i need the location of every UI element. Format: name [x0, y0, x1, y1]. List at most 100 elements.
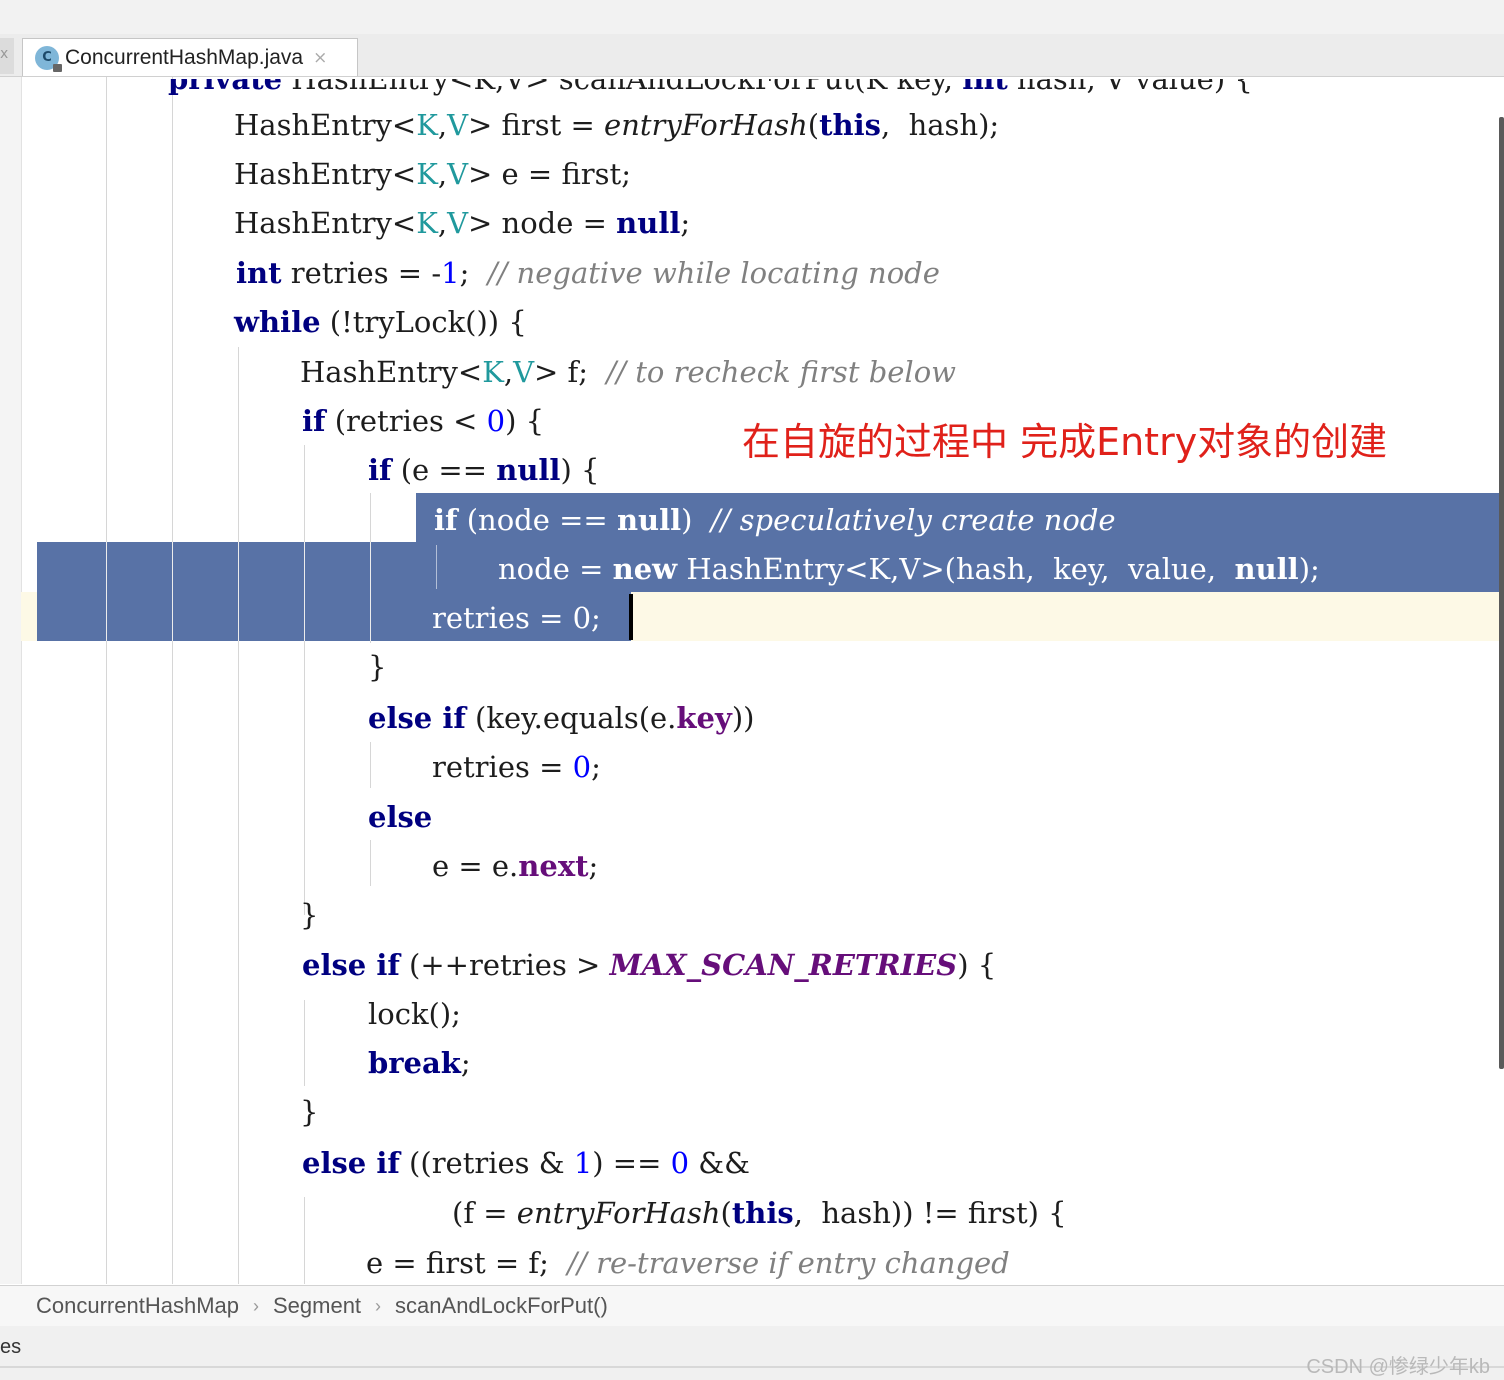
tab-concurrenthashmap-java[interactable]: C ConcurrentHashMap.java ×	[22, 38, 358, 76]
keyword: new	[612, 552, 678, 586]
keyword: if	[302, 404, 326, 438]
keyword: else if	[302, 1146, 400, 1180]
code-text: }	[368, 650, 387, 684]
code-text: hash, V value) {	[1007, 77, 1253, 96]
keyword: int	[962, 77, 1008, 96]
window-top-bar	[0, 0, 1504, 35]
code-text: (retries <	[325, 404, 487, 438]
keyword: while	[234, 305, 321, 339]
code-line: }	[0, 1088, 1504, 1137]
method-call: entryForHash	[604, 108, 808, 142]
code-text: , hash)) != first) {	[793, 1196, 1067, 1230]
keyword: int	[236, 256, 282, 290]
method-call: entryForHash	[516, 1196, 721, 1230]
code-line: break;	[0, 1039, 1504, 1088]
code-text: ,	[503, 355, 514, 389]
constant: MAX_SCAN_RETRIES	[609, 948, 958, 982]
code-text: ) {	[560, 453, 600, 487]
code-text: HashEntry<	[234, 157, 417, 191]
number-literal: 1	[573, 1146, 593, 1180]
code-text: e = first = f;	[366, 1246, 568, 1280]
number-literal: 0	[572, 750, 592, 784]
code-editor[interactable]: private HashEntry<K,V> scanAndLockForPut…	[0, 77, 1504, 1284]
watermark: CSDN @惨绿少年kb	[1306, 1356, 1490, 1378]
code-text: ) {	[505, 404, 545, 438]
code-line: int retries = -1; // negative while loca…	[0, 249, 1504, 298]
type-param: V	[447, 157, 469, 191]
code-line: else if (key.equals(e.key))	[0, 694, 1504, 743]
type-param: K	[482, 355, 504, 389]
code-text: HashEntry<	[234, 206, 417, 240]
keyword: if	[434, 503, 458, 537]
code-text: > first =	[468, 108, 605, 142]
code-text: node =	[498, 552, 613, 586]
code-text: ))	[731, 701, 755, 735]
code-text: retries =	[432, 750, 573, 784]
field-name: key	[676, 701, 732, 735]
number-literal: 0	[670, 1146, 690, 1180]
code-line: HashEntry<K,V> first = entryForHash(this…	[0, 101, 1504, 150]
lock-icon	[53, 63, 62, 72]
code-text: (++retries >	[399, 948, 610, 982]
field-name: next	[518, 849, 589, 883]
code-line: HashEntry<K,V> f; // to recheck first be…	[0, 348, 1504, 397]
code-text: ;	[459, 256, 488, 290]
vertical-scrollbar[interactable]	[1499, 117, 1504, 1069]
type-param: V	[513, 355, 535, 389]
code-text: e = e.	[432, 849, 519, 883]
code-text: > node =	[468, 206, 617, 240]
type-param: K	[416, 157, 438, 191]
code-line: private HashEntry<K,V> scanAndLockForPut…	[0, 77, 1504, 104]
code-text: retries = -	[281, 256, 442, 290]
keyword: null	[1234, 552, 1299, 586]
code-line: while (!tryLock()) {	[0, 298, 1504, 347]
status-bar: es CSDN @惨绿少年kb	[0, 1326, 1504, 1380]
code-text: ,	[437, 157, 448, 191]
keyword: null	[616, 503, 682, 537]
code-line: else if (++retries > MAX_SCAN_RETRIES) {	[0, 941, 1504, 990]
code-line: HashEntry<K,V> e = first;	[0, 150, 1504, 199]
tab-stub-label: x	[0, 46, 9, 62]
breadcrumb-item-class[interactable]: ConcurrentHashMap	[36, 1293, 239, 1319]
class-icon-letter: C	[42, 49, 52, 65]
code-text: lock();	[368, 997, 461, 1031]
keyword: null	[616, 206, 681, 240]
code-text: (f =	[452, 1196, 517, 1230]
previous-tab-stub[interactable]: x	[0, 38, 14, 74]
breadcrumb-separator-icon: ›	[375, 1295, 382, 1316]
breadcrumb: ConcurrentHashMap › Segment › scanAndLoc…	[0, 1285, 1504, 1327]
keyword: if	[368, 453, 392, 487]
code-text: (node ==	[457, 503, 617, 537]
code-line: }	[0, 891, 1504, 940]
type-param: K	[416, 206, 438, 240]
java-class-icon: C	[35, 45, 62, 72]
code-text: ) {	[957, 948, 997, 982]
code-line: e = first = f; // re-traverse if entry c…	[0, 1239, 1504, 1284]
code-text: )	[681, 503, 711, 537]
code-comment: // to recheck first below	[606, 355, 956, 389]
code-text: HashEntry<K,V> scanAndLockForPut(K key,	[282, 77, 963, 96]
code-text: HashEntry<K,V>(hash, key, value,	[677, 552, 1235, 586]
status-divider	[0, 1366, 1504, 1368]
code-line: else if ((retries & 1) == 0 &&	[0, 1139, 1504, 1188]
close-icon[interactable]: ×	[313, 48, 327, 68]
code-line: lock();	[0, 990, 1504, 1039]
breadcrumb-item-inner-class[interactable]: Segment	[273, 1293, 361, 1319]
status-left-text: es	[0, 1336, 22, 1358]
tab-title: ConcurrentHashMap.java	[65, 45, 304, 69]
code-text: HashEntry<	[300, 355, 483, 389]
code-comment: // negative while locating node	[487, 256, 940, 290]
code-text: ,	[437, 206, 448, 240]
code-text: ;	[588, 849, 599, 883]
code-text: ) ==	[592, 1146, 671, 1180]
code-comment: // speculatively create node	[710, 503, 1116, 537]
keyword: else if	[302, 948, 400, 982]
keyword: this	[731, 1196, 794, 1230]
code-text: );	[1298, 552, 1320, 586]
code-line: e = e.next;	[0, 842, 1504, 891]
code-text: HashEntry<	[234, 108, 417, 142]
code-line: HashEntry<K,V> node = null;	[0, 199, 1504, 248]
breadcrumb-item-method[interactable]: scanAndLockForPut()	[395, 1293, 608, 1319]
keyword: null	[496, 453, 561, 487]
number-literal: 0	[486, 404, 506, 438]
